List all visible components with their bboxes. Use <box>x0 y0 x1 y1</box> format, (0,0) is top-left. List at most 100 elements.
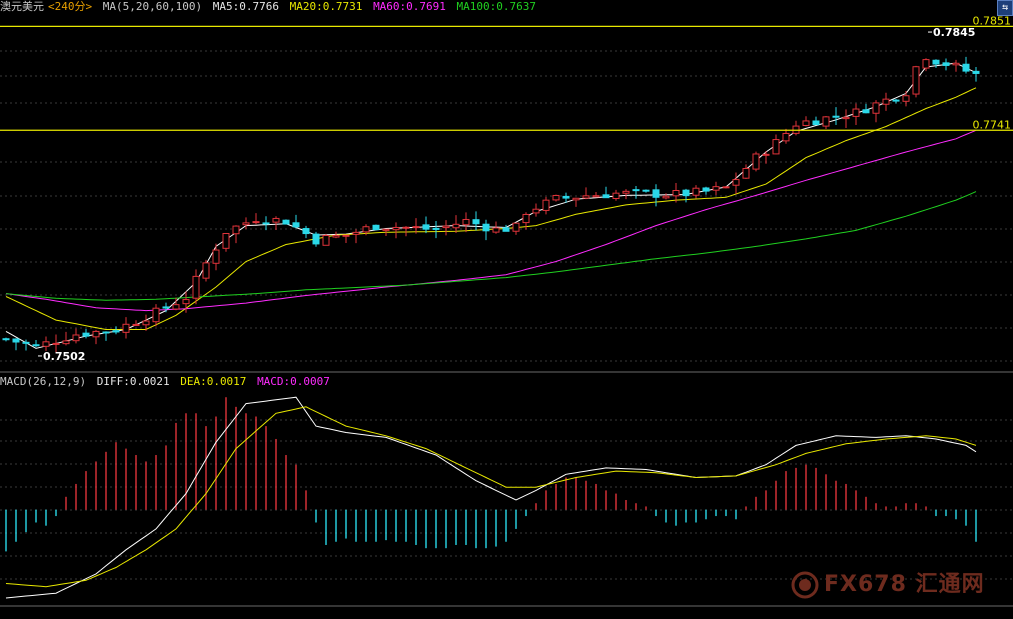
candle-down <box>302 228 310 235</box>
candle-down <box>162 306 170 309</box>
candle-down <box>832 115 840 118</box>
candle-up <box>922 59 930 69</box>
series-line-ma20 <box>5 87 977 330</box>
candle-up <box>192 275 200 299</box>
ma20-value: MA20:0.7731 <box>289 0 363 13</box>
candle-up <box>152 307 160 323</box>
candle-up <box>542 199 550 211</box>
candle-down <box>682 189 690 197</box>
candle-up <box>122 323 130 333</box>
candle-up <box>902 95 910 102</box>
candle-up <box>92 330 100 338</box>
candle-down <box>112 330 120 333</box>
candle-up <box>452 223 460 229</box>
macd-header: MACD(26,12,9) DIFF:0.0021 DEA:0.0017 MAC… <box>0 375 334 389</box>
candle-up <box>802 120 810 126</box>
candle-up <box>622 190 630 194</box>
period-label: <240分> <box>48 0 93 13</box>
watermark: FX678 汇通网 <box>790 566 985 600</box>
candle-up <box>662 195 670 199</box>
candle-down <box>632 189 640 192</box>
candle-up <box>62 340 70 345</box>
candle-up <box>872 102 880 114</box>
diff-value: DIFF:0.0021 <box>96 375 170 388</box>
candle-down <box>892 99 900 102</box>
candle-up <box>552 194 560 201</box>
ma60-value: MA60:0.7691 <box>373 0 446 13</box>
candle-up <box>212 249 220 264</box>
macd-params-label: MACD(26,12,9) <box>0 375 87 388</box>
candle-up <box>142 320 150 326</box>
candle-up <box>722 186 730 189</box>
candle-down <box>862 109 870 114</box>
symbol-label: 澳元美元 <box>0 0 44 13</box>
candle-up <box>412 226 420 229</box>
candle-down <box>422 224 430 230</box>
candle-down <box>262 222 270 225</box>
candle-up <box>512 222 520 232</box>
price-annotation: 0.7502 <box>43 350 85 363</box>
candle-up <box>392 226 400 231</box>
candle-up <box>882 98 890 105</box>
candle-down <box>432 227 440 230</box>
candle-down <box>292 222 300 228</box>
candle-up <box>172 304 180 310</box>
candle-up <box>322 234 330 246</box>
panel-toggle-button[interactable]: ⇆ <box>997 0 1013 16</box>
candle-up <box>202 262 210 279</box>
candlesticks <box>2 56 980 353</box>
level-label: 0.7741 <box>973 118 1012 131</box>
candle-up <box>42 341 50 347</box>
series-line-ma5 <box>5 62 977 349</box>
candle-up <box>522 213 530 224</box>
candle-down <box>812 120 820 126</box>
candle-up <box>782 132 790 142</box>
candle-down <box>702 187 710 192</box>
candle-up <box>442 225 450 229</box>
price-chart[interactable]: 0.7851 0.7741 0.7845 0.7502 <box>0 0 1013 619</box>
candle-up <box>492 227 500 233</box>
candle-down <box>942 62 950 66</box>
candle-up <box>572 197 580 201</box>
candle-up <box>762 153 770 156</box>
candle-up <box>842 116 850 120</box>
candle-down <box>102 331 110 334</box>
candle-up <box>592 195 600 198</box>
candle-up <box>742 168 750 179</box>
candle-down <box>602 194 610 199</box>
macd-value: MACD:0.0007 <box>257 375 330 388</box>
candle-down <box>12 338 20 343</box>
candle-down <box>962 63 970 72</box>
candle-up <box>382 228 390 231</box>
candle-up <box>232 225 240 235</box>
candle-up <box>712 186 720 191</box>
candle-down <box>372 224 380 231</box>
candle-down <box>82 332 90 337</box>
candle-up <box>582 195 590 199</box>
candle-up <box>72 334 80 342</box>
ma100-value: MA100:0.7637 <box>456 0 537 13</box>
price-annotations: 0.7845 0.7502 <box>38 26 975 363</box>
candle-down <box>282 219 290 225</box>
candle-down <box>642 189 650 192</box>
candle-down <box>32 344 40 347</box>
candle-up <box>252 221 260 224</box>
candle-up <box>692 187 700 196</box>
candle-up <box>912 66 920 95</box>
watermark-text: FX678 汇通网 <box>824 572 985 597</box>
candle-down <box>2 338 10 341</box>
candle-up <box>752 153 760 170</box>
level-label: 0.7851 <box>973 14 1012 27</box>
candle-up <box>362 226 370 233</box>
dea-value: DEA:0.0017 <box>180 375 247 388</box>
candle-up <box>732 179 740 186</box>
series-line-ma100 <box>5 191 977 301</box>
price-annotation: 0.7845 <box>933 26 975 39</box>
moving-average-lines <box>5 62 977 349</box>
price-header: 澳元美元 <240分> MA(5,20,60,100) MA5:0.7766 MA… <box>0 0 540 14</box>
candle-up <box>132 323 140 326</box>
candle-up <box>672 190 680 197</box>
candle-down <box>482 223 490 232</box>
candle-up <box>332 234 340 238</box>
candle-up <box>222 233 230 249</box>
